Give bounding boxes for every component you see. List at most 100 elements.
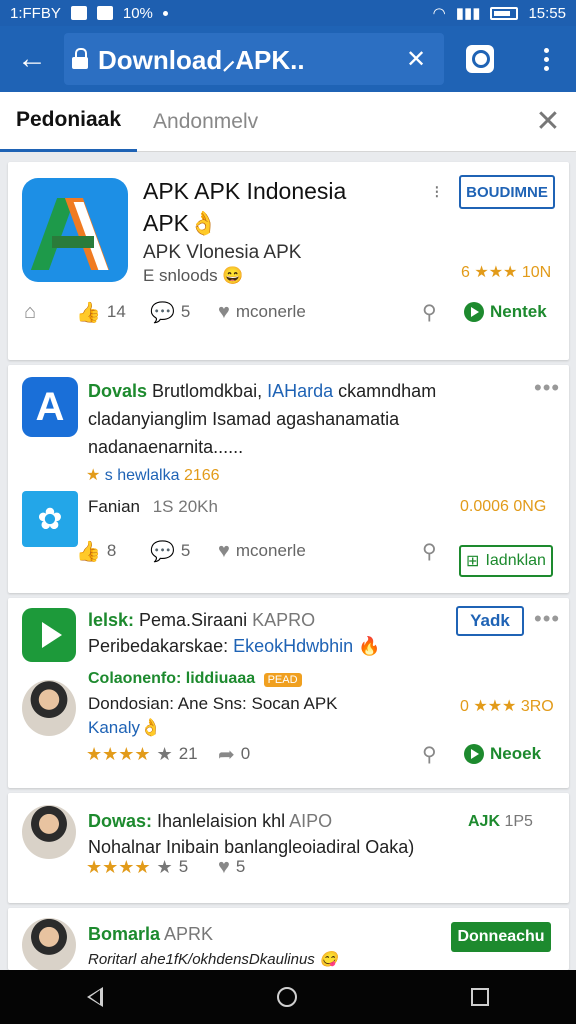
empty-star-icon: ★ [156, 743, 173, 764]
status-time: 15:55 [528, 4, 566, 22]
post-card[interactable]: lelsk: Pema.Siraani KAPRO Peribedakarska… [8, 598, 569, 788]
share-button[interactable]: ➦ 0 [218, 742, 250, 767]
tag-line: Colaonenfo: liddiuaaa PEAD [88, 670, 302, 688]
person-line2: Kanaly👌 [88, 718, 162, 737]
stars-rating: ★★★★ ★ 21 [86, 744, 198, 765]
app-card[interactable]: APK APK Indonesia APK👌 APK Vlonesia APK … [8, 162, 569, 360]
install-button[interactable]: ⊞ Iadnklan [459, 545, 553, 577]
follow-button[interactable]: Yadk [456, 606, 524, 636]
sub-app-rating: 0.0006 0NG [460, 498, 547, 515]
stars-count: 5 [178, 857, 189, 876]
pin-icon[interactable]: ⚲ [422, 300, 437, 325]
app-meta: Ε snloods 😄 [143, 266, 244, 285]
action-button[interactable]: Nentek [464, 302, 547, 322]
action-button[interactable]: Neoek [464, 744, 541, 764]
notification-icon [96, 6, 113, 20]
comment-button[interactable]: 💬 5 [150, 539, 190, 564]
more-dots-icon[interactable]: ⁝ [434, 182, 440, 203]
comment-icon: 💬 [150, 540, 175, 563]
tab-bar: Pedoniaak Andonmelv ✕ [0, 92, 576, 152]
comment-icon: 💬 [150, 301, 175, 324]
comment-count: 5 [180, 302, 191, 321]
bookmark-button[interactable]: BOUDIMNE [459, 175, 555, 209]
like-button[interactable]: 👍 8 [76, 539, 116, 564]
heart-button[interactable]: ♥ mconerle [218, 301, 306, 324]
post-card[interactable]: Bomarla APRK Roritarl ahe1fK/okhdensDkau… [8, 908, 569, 970]
comment-button[interactable]: 💬 5 [150, 300, 190, 325]
play-icon [464, 302, 484, 322]
overflow-menu-button[interactable] [516, 26, 576, 92]
post-title[interactable]: Dovals Brutlomdkbai, IAHarda ckamndham [88, 381, 436, 402]
avatar[interactable] [22, 918, 76, 970]
person-rating: 0 ★★★ 3RO [460, 698, 554, 715]
post-card[interactable]: A Dovals Brutlomdkbai, IAHarda ckamndham… [8, 365, 569, 593]
nav-home-icon[interactable] [277, 987, 297, 1007]
app-title-line1[interactable]: APK APK Indonesia [143, 178, 346, 205]
more-icon[interactable]: ••• [534, 606, 560, 632]
sub-app-meta: 1S 20Kh [152, 497, 218, 516]
comment-count: 5 [180, 541, 191, 560]
post-author: Bomarla [88, 924, 161, 944]
wifi-icon: ◠ [432, 5, 446, 22]
stars-icon: ★★★★ [86, 743, 151, 764]
download-button[interactable]: Donneachu [451, 922, 551, 952]
clear-url-icon[interactable]: ✕ [396, 45, 436, 74]
heart-label: mconerle [235, 541, 306, 560]
status-signal-text: 10% [122, 4, 153, 22]
action-label: Neoek [490, 744, 542, 763]
pin-icon[interactable]: ⚲ [422, 742, 437, 767]
heart-icon: ♥ [218, 300, 230, 323]
nav-recents-icon[interactable] [471, 988, 489, 1006]
browser-toolbar: ← Download⸝APK.. ✕ [0, 26, 576, 92]
home-icon[interactable]: ⌂ [24, 301, 36, 324]
post-rating: ★ s hewlalka 2166 [86, 465, 220, 485]
dot-icon [162, 10, 168, 16]
sub-app-name: Fanian [88, 497, 140, 516]
share-icon: ➦ [218, 743, 235, 766]
post-link: IAHarda [267, 381, 334, 401]
install-label: Iadnklan [485, 552, 546, 569]
tag-badge: PEAD [263, 673, 302, 687]
post-link: EkeokHdwbhin [233, 636, 354, 656]
post-body-line2: Nohalnar Inibain banlangleoiadiral Oaka) [88, 837, 415, 857]
tab-1[interactable]: Andonmelv [137, 92, 274, 152]
arrow-left-icon: ← [17, 42, 47, 75]
url-bar[interactable]: Download⸝APK.. ✕ [64, 33, 444, 85]
app-title-line2[interactable]: APK👌 [143, 210, 218, 237]
dot-icon [543, 47, 549, 53]
back-button[interactable]: ← [0, 26, 64, 92]
like-button[interactable]: 👍 14 [76, 300, 126, 325]
post-title[interactable]: Bomarla APRK [88, 924, 213, 945]
app-logo-icon [22, 178, 128, 282]
post-card[interactable]: Dowas: Ihanlelaision khl AIPO Nohalnar I… [8, 793, 569, 903]
share-count: 0 [240, 744, 251, 763]
like-count: 8 [106, 541, 117, 560]
nav-back-icon[interactable] [87, 987, 103, 1007]
search-button[interactable] [444, 26, 516, 92]
close-icon[interactable]: ✕ [520, 104, 576, 139]
thumbs-up-icon: 👍 [76, 301, 101, 324]
avatar[interactable] [22, 805, 76, 859]
heart-button[interactable]: ♥ 5 [218, 856, 245, 879]
dot-icon [543, 56, 549, 62]
play-icon [464, 744, 484, 764]
post-title-tag: APRK [160, 924, 214, 944]
sub-app-row[interactable]: Fanian 1S 20Kh [88, 497, 218, 517]
heart-button[interactable]: ♥ mconerle [218, 540, 306, 563]
tab-0[interactable]: Pedoniaak [0, 92, 138, 152]
post-title[interactable]: lelsk: Pema.Siraani KAPRO [88, 610, 315, 631]
post-author: Dovals [88, 381, 148, 401]
heart-label: mconerle [235, 302, 306, 321]
post-title[interactable]: Dowas: Ihanlelaision khl AIPO [88, 811, 332, 832]
right-label: AJK 1P5 [468, 813, 533, 831]
post-title-text: Brutlomdkbai, [147, 381, 268, 401]
more-icon[interactable]: ••• [534, 375, 560, 401]
heart-count: 5 [235, 857, 246, 876]
status-left-text: 1:FFBY [10, 4, 61, 22]
dot-icon [543, 65, 549, 71]
pin-icon[interactable]: ⚲ [422, 539, 437, 564]
avatar[interactable] [22, 680, 76, 736]
signal-icon: ▮▮▮ [455, 5, 481, 22]
heart-icon: ♥ [218, 855, 230, 878]
gallery-icon [70, 6, 87, 20]
